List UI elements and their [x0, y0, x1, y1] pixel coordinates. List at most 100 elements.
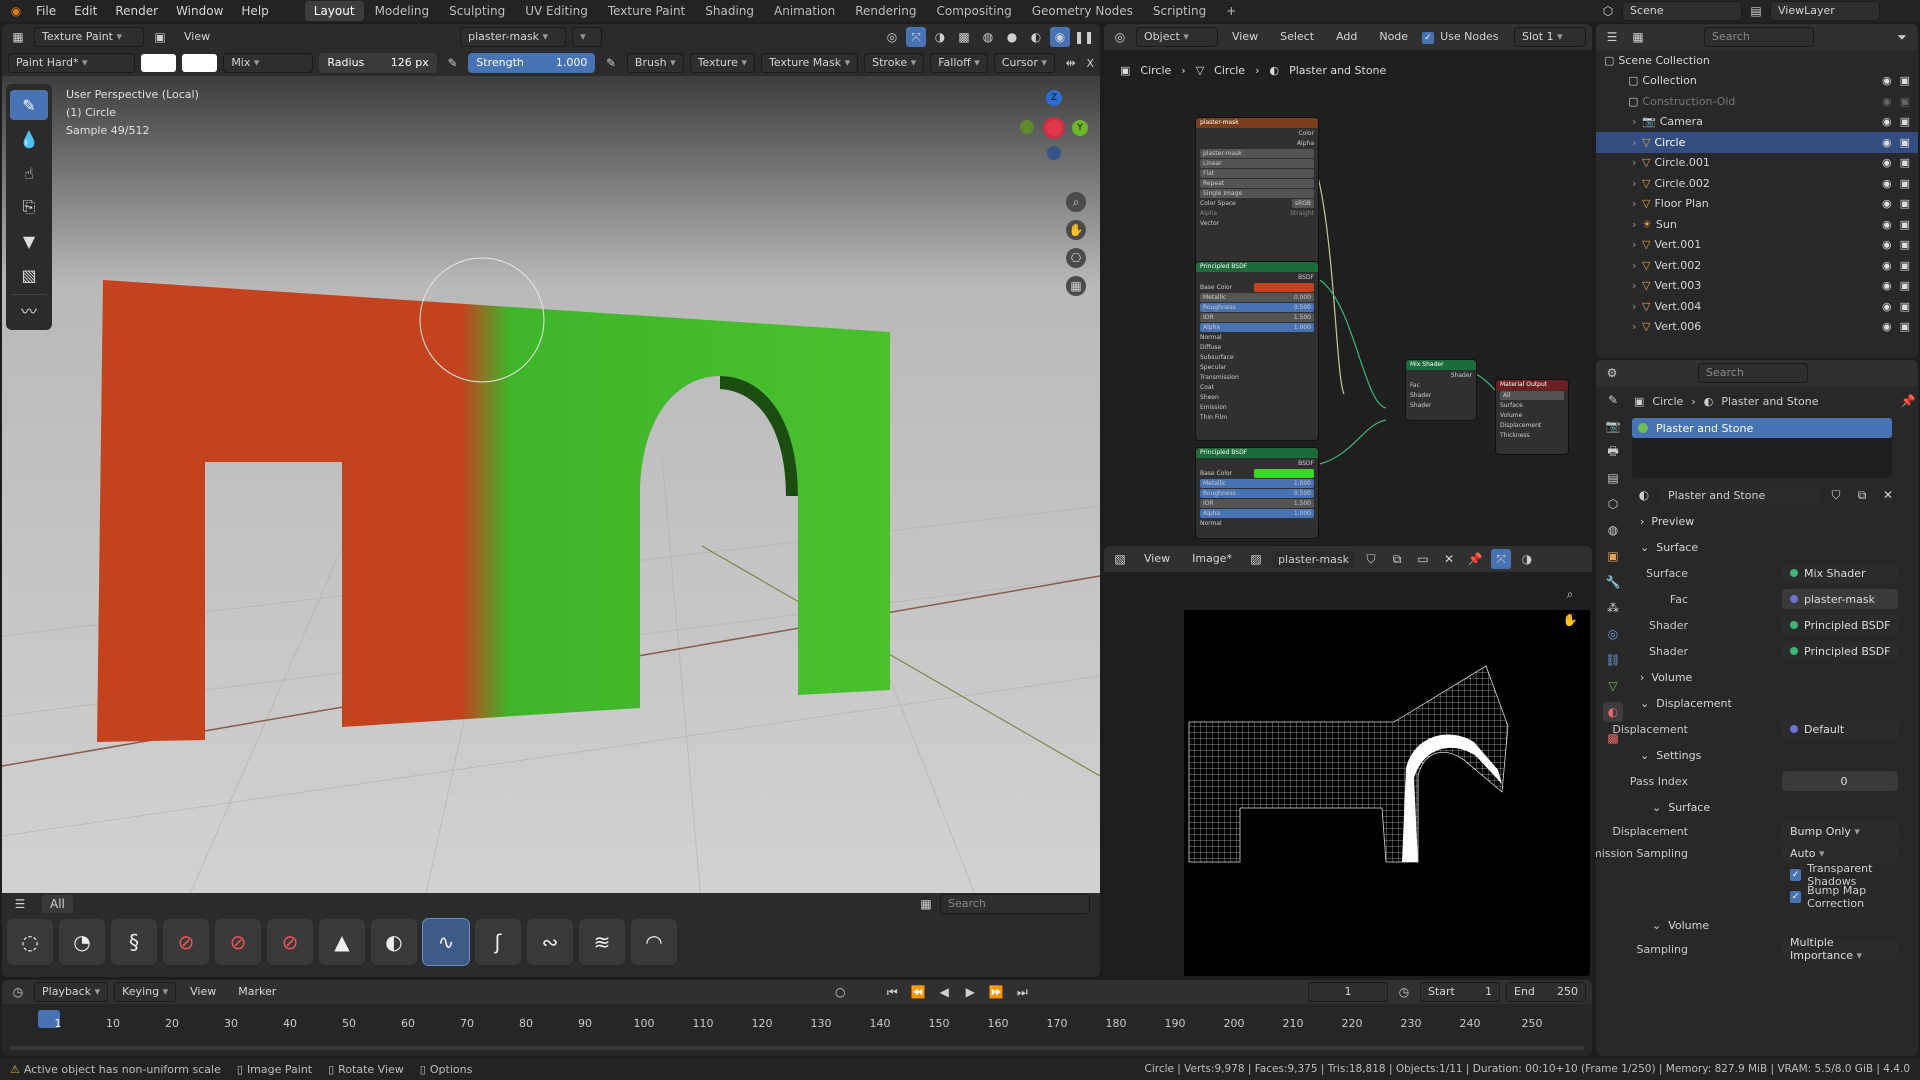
section-settings-volume[interactable]: ⌄ Volume: [1630, 912, 1918, 938]
constraints-tab-icon[interactable]: ⛓: [1603, 650, 1623, 670]
draw-tool-icon[interactable]: ✎: [10, 90, 48, 120]
gizmo-y[interactable]: Y: [1072, 120, 1088, 136]
secondary-color-swatch[interactable]: [182, 54, 218, 72]
radius-field[interactable]: Radius 126 px: [319, 53, 437, 73]
render-camera-icon[interactable]: ▣: [1900, 95, 1910, 108]
brush-paint-hard-icon[interactable]: ∿: [422, 918, 470, 966]
mix-shader-node[interactable]: Mix Shader Shader Fac Shader Shader: [1406, 360, 1476, 420]
emission-sampling-select[interactable]: Auto: [1782, 843, 1898, 863]
xray-icon[interactable]: ▩: [954, 27, 974, 47]
transparent-shadows-row[interactable]: ✓ Transparent Shadows: [1630, 862, 1918, 888]
brush-fill-icon[interactable]: ▲: [319, 919, 365, 965]
shader2-value[interactable]: Principled BSDF: [1782, 641, 1898, 661]
strength-pressure-icon[interactable]: ✎: [601, 53, 621, 73]
scene-tab-icon[interactable]: ⬡: [1603, 494, 1623, 514]
outliner-item[interactable]: › ▽ Circle.002 ◉ ▣: [1596, 173, 1918, 194]
layer-icon[interactable]: ▣: [150, 27, 170, 47]
camera-view-icon[interactable]: ⎔: [1066, 248, 1086, 268]
expand-chevron-icon[interactable]: ›: [1632, 218, 1642, 231]
material-name-field[interactable]: Plaster and Stone: [1660, 486, 1820, 504]
play-reverse-icon[interactable]: ◀: [934, 982, 954, 1002]
checkbox-checked-icon[interactable]: ✓: [1790, 869, 1802, 881]
object-tab-icon[interactable]: ▣: [1603, 546, 1623, 566]
render-camera-icon[interactable]: ▣: [1900, 259, 1910, 272]
playback-menu[interactable]: Playback: [34, 982, 109, 1002]
tab-uv-editing[interactable]: UV Editing: [516, 1, 597, 21]
smear-tool-icon[interactable]: ☝: [10, 158, 48, 188]
tab-compositing[interactable]: Compositing: [927, 1, 1020, 21]
output-node-target[interactable]: All: [1500, 391, 1564, 400]
stroke-menu[interactable]: Stroke: [864, 53, 925, 73]
brush-erase-hard-pressure-icon[interactable]: ⊘: [215, 919, 261, 965]
eye-icon[interactable]: ◉: [1882, 136, 1892, 149]
surface-value[interactable]: Mix Shader: [1782, 563, 1898, 583]
brush-erase-hard-icon[interactable]: ⊘: [163, 919, 209, 965]
scene-selector[interactable]: Scene: [1622, 1, 1742, 21]
bsdf2-metallic-value[interactable]: 1.000: [1294, 479, 1311, 488]
bsdf2-ior-value[interactable]: 1.500: [1294, 499, 1311, 508]
render-camera-icon[interactable]: ▣: [1900, 115, 1910, 128]
bsdf1-coat[interactable]: Coat: [1200, 383, 1314, 392]
outliner-item[interactable]: › ▽ Floor Plan ◉ ▣: [1596, 194, 1918, 215]
bsdf1-transmission[interactable]: Transmission: [1200, 373, 1314, 382]
current-frame-field[interactable]: 1: [1308, 982, 1388, 1002]
menu-window[interactable]: Window: [168, 0, 231, 22]
section-surface[interactable]: ⌄ Surface: [1630, 534, 1918, 560]
tab-layout[interactable]: Layout: [304, 1, 364, 21]
view-object-types-icon[interactable]: ◎: [882, 27, 902, 47]
falloff-menu[interactable]: Falloff: [930, 53, 988, 73]
zoom-icon[interactable]: ⌕: [1066, 192, 1086, 212]
material-slot-item[interactable]: Plaster and Stone: [1632, 418, 1892, 438]
bsdf1-roughness-value[interactable]: 0.500: [1294, 303, 1311, 312]
eye-icon[interactable]: ◉: [1882, 218, 1892, 231]
cursor-menu[interactable]: Cursor: [993, 53, 1055, 73]
data-tab-icon[interactable]: ▽: [1603, 676, 1623, 696]
shelf-display-icon[interactable]: ▦: [916, 894, 936, 914]
gizmo-icon[interactable]: ⤧: [906, 27, 926, 47]
material-tab-icon[interactable]: ◐: [1603, 702, 1623, 722]
bsdf1-metallic-value[interactable]: 0.000: [1294, 293, 1311, 302]
filter-icon[interactable]: ⏷: [1892, 27, 1912, 47]
displacement-value[interactable]: Default: [1782, 719, 1898, 739]
image-node-extension[interactable]: Repeat: [1200, 179, 1314, 188]
bsdf1-sheen[interactable]: Sheen: [1200, 393, 1314, 402]
keying-menu[interactable]: Keying: [114, 982, 177, 1002]
timeline-ruler[interactable]: 1 10 20 30 40 50 60 70 80 90 100 110 120…: [2, 1006, 1592, 1034]
principled-bsdf-node-1[interactable]: Principled BSDF BSDF Base Color Metallic…: [1196, 262, 1318, 440]
bsdf2-alpha-value[interactable]: 1.000: [1294, 509, 1311, 518]
brush-mode-selector[interactable]: [572, 27, 603, 47]
tool-tab-icon[interactable]: ✎: [1603, 390, 1623, 410]
material-duplicate-icon[interactable]: ⧉: [1852, 485, 1872, 505]
render-camera-icon[interactable]: ▣: [1900, 156, 1910, 169]
eye-icon[interactable]: ◉: [1882, 74, 1892, 87]
outliner-item[interactable]: › ▽ Circle ◉ ▣: [1596, 132, 1918, 153]
render-tab-icon[interactable]: 📷: [1603, 416, 1623, 436]
timeline-scrollbar[interactable]: [10, 1046, 1584, 1050]
section-settings-surface[interactable]: ⌄ Surface: [1630, 794, 1918, 820]
modifier-tab-icon[interactable]: 🔧: [1603, 572, 1623, 592]
play-icon[interactable]: ▶: [960, 982, 980, 1002]
expand-chevron-icon[interactable]: ›: [1632, 136, 1642, 149]
tab-scripting[interactable]: Scripting: [1144, 1, 1215, 21]
outliner-type-icon[interactable]: ☰: [1602, 27, 1622, 47]
render-camera-icon[interactable]: ▣: [1900, 74, 1910, 87]
symmetry-x-label[interactable]: X: [1086, 57, 1094, 70]
outliner-item[interactable]: › ▽ Vert.006 ◉ ▣: [1596, 317, 1918, 338]
menu-edit[interactable]: Edit: [66, 0, 105, 22]
gizmo-x[interactable]: [1046, 120, 1062, 136]
properties-type-icon[interactable]: ⚙: [1602, 363, 1622, 383]
fac-value[interactable]: plaster-mask: [1782, 589, 1898, 609]
shelf-search-input[interactable]: Search: [940, 894, 1090, 914]
display-mode-icon[interactable]: ▦: [1628, 27, 1648, 47]
world-tab-icon[interactable]: ◍: [1603, 520, 1623, 540]
shelf-menu-icon[interactable]: ☰: [10, 894, 30, 914]
tab-geometry-nodes[interactable]: Geometry Nodes: [1023, 1, 1142, 21]
material-unlink-icon[interactable]: ✕: [1878, 485, 1898, 505]
shading-rendered-icon[interactable]: ◉: [1050, 27, 1070, 47]
image-node-projection[interactable]: Flat: [1200, 169, 1314, 178]
image-node-interp[interactable]: Linear: [1200, 159, 1314, 168]
render-camera-icon[interactable]: ▣: [1900, 177, 1910, 190]
timeline-view-menu[interactable]: View: [182, 981, 224, 1003]
bump-map-correction-row[interactable]: ✓ Bump Map Correction: [1630, 884, 1918, 910]
brush-paint-hard-pressure-icon[interactable]: ʃ: [475, 919, 521, 965]
